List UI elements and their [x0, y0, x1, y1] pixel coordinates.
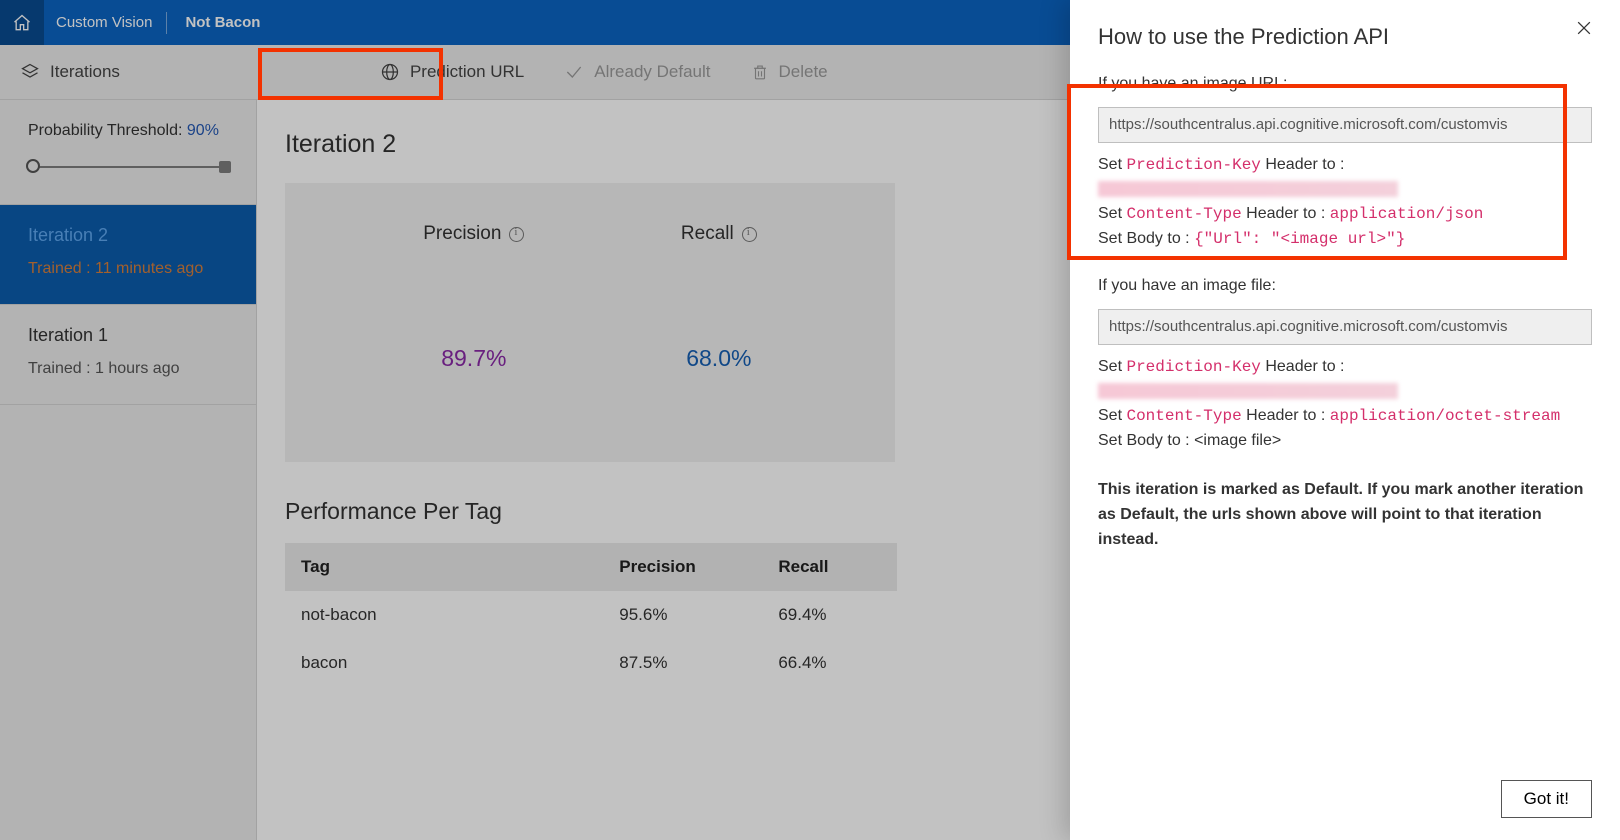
project-name[interactable]: Not Bacon	[185, 14, 260, 31]
instruction-line: Set Body to : <image file>	[1098, 429, 1592, 454]
cell-recall: 69.4%	[762, 591, 897, 639]
home-icon	[12, 13, 32, 33]
already-default-label: Already Default	[594, 62, 710, 82]
iteration-title: Iteration 2	[28, 225, 228, 246]
brand-label[interactable]: Custom Vision	[56, 14, 152, 31]
delete-button[interactable]: Delete	[751, 62, 828, 82]
section-file-label: If you have an image file:	[1098, 274, 1592, 299]
cell-precision: 87.5%	[603, 639, 762, 687]
precision-value: 89.7%	[423, 345, 524, 372]
iteration-list: Iteration 2 Trained : 11 minutes ago Ite…	[0, 204, 256, 405]
table-row: bacon 87.5% 66.4%	[285, 639, 897, 687]
endpoint-url-field[interactable]: https://southcentralus.api.cognitive.mic…	[1098, 107, 1592, 143]
iteration-subtitle: Trained : 11 minutes ago	[28, 260, 228, 278]
recall-value: 68.0%	[681, 345, 757, 372]
panel-title: How to use the Prediction API	[1098, 24, 1592, 50]
prediction-url-label: Prediction URL	[410, 62, 524, 82]
already-default-button[interactable]: Already Default	[564, 62, 710, 82]
endpoint-file-field[interactable]: https://southcentralus.api.cognitive.mic…	[1098, 309, 1592, 345]
instruction-line: Set Body to : {"Url": "<image url>"}	[1098, 227, 1592, 252]
threshold-value: 90%	[187, 122, 219, 139]
col-precision: Precision	[603, 543, 762, 591]
metrics-card: Precision 89.7% Recall 68.0%	[285, 183, 895, 462]
table-row: not-bacon 95.6% 69.4%	[285, 591, 897, 639]
layers-icon	[20, 62, 40, 82]
prediction-api-panel: How to use the Prediction API If you hav…	[1070, 0, 1620, 840]
trash-icon	[751, 62, 769, 82]
info-icon[interactable]	[509, 227, 524, 242]
got-it-button[interactable]: Got it!	[1501, 780, 1592, 818]
col-tag: Tag	[285, 543, 603, 591]
slider-end-icon	[219, 161, 231, 173]
col-recall: Recall	[762, 543, 897, 591]
delete-label: Delete	[779, 62, 828, 82]
cell-precision: 95.6%	[603, 591, 762, 639]
prediction-url-button[interactable]: Prediction URL	[380, 62, 524, 82]
cell-tag: not-bacon	[285, 591, 603, 639]
redacted-key	[1098, 383, 1398, 399]
globe-icon	[380, 62, 400, 82]
section-url-label: If you have an image URL:	[1098, 72, 1592, 97]
sidebar: Probability Threshold: 90% Iteration 2 T…	[0, 100, 257, 840]
redacted-key	[1098, 181, 1398, 197]
iteration-item[interactable]: Iteration 1 Trained : 1 hours ago	[0, 305, 256, 405]
cell-tag: bacon	[285, 639, 603, 687]
home-button[interactable]	[0, 0, 44, 45]
pertag-table: Tag Precision Recall not-bacon 95.6% 69.…	[285, 543, 897, 687]
info-icon[interactable]	[742, 227, 757, 242]
iteration-title: Iteration 1	[28, 325, 228, 346]
precision-label: Precision	[423, 223, 501, 245]
recall-metric: Recall 68.0%	[681, 223, 757, 372]
instruction-line: Set Content-Type Header to : application…	[1098, 202, 1592, 227]
check-icon	[564, 62, 584, 82]
iterations-label: Iterations	[50, 62, 120, 82]
close-button[interactable]	[1574, 18, 1594, 43]
instruction-line: Set Content-Type Header to : application…	[1098, 404, 1592, 429]
recall-label: Recall	[681, 223, 734, 245]
instruction-line: Set Prediction-Key Header to :	[1098, 355, 1592, 380]
iteration-item[interactable]: Iteration 2 Trained : 11 minutes ago	[0, 205, 256, 305]
iteration-subtitle: Trained : 1 hours ago	[28, 360, 228, 378]
table-header-row: Tag Precision Recall	[285, 543, 897, 591]
iterations-toggle[interactable]: Iterations	[20, 62, 120, 82]
probability-threshold-label: Probability Threshold: 90%	[0, 100, 256, 150]
cell-recall: 66.4%	[762, 639, 897, 687]
breadcrumb: Custom Vision Not Bacon	[44, 0, 272, 45]
divider	[166, 12, 167, 34]
instruction-line: Set Prediction-Key Header to :	[1098, 153, 1592, 178]
close-icon	[1574, 18, 1594, 38]
slider-handle-icon[interactable]	[26, 159, 40, 173]
default-iteration-note: This iteration is marked as Default. If …	[1098, 478, 1592, 552]
precision-metric: Precision 89.7%	[423, 223, 524, 372]
threshold-slider[interactable]	[28, 156, 226, 180]
